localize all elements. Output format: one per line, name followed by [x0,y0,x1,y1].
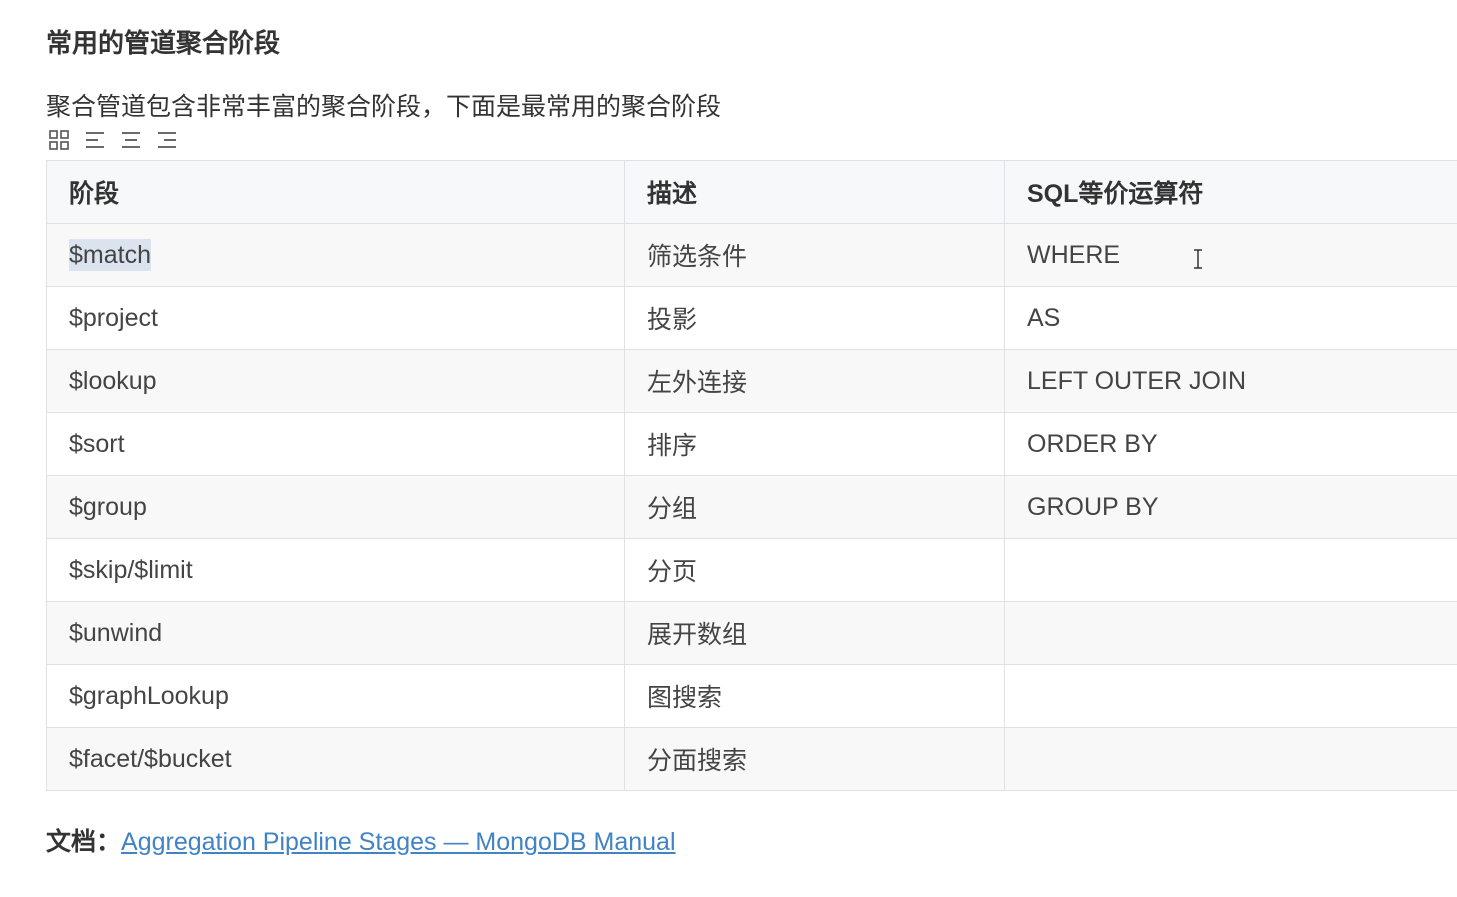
sql-cell[interactable] [1004,538,1457,602]
stage-cell[interactable]: $sort [46,412,625,476]
sql-cell[interactable]: LEFT OUTER JOIN [1004,349,1457,413]
description-cell[interactable]: 分组 [624,475,1005,539]
selected-text[interactable]: $match [69,238,151,271]
description-cell[interactable]: 排序 [624,412,1005,476]
grid-icon[interactable] [48,129,70,151]
stage-cell[interactable]: $project [46,286,625,350]
table-toolbar [48,128,178,152]
table-row: $unwind 展开数组 [46,601,1457,665]
sql-cell[interactable]: ORDER BY [1004,412,1457,476]
stage-cell[interactable]: $graphLookup [46,664,625,728]
header-stage[interactable]: 阶段 [46,160,625,224]
align-left-icon[interactable] [84,129,106,151]
description-cell[interactable]: 筛选条件 [624,223,1005,287]
intro-paragraph: 聚合管道包含非常丰富的聚合阶段，下面是最常用的聚合阶段 [46,93,722,121]
table-row: $facet/$bucket 分面搜索 [46,727,1457,791]
description-cell[interactable]: 分页 [624,538,1005,602]
stage-cell[interactable]: $lookup [46,349,625,413]
align-center-icon[interactable] [120,129,142,151]
description-cell[interactable]: 左外连接 [624,349,1005,413]
sql-cell[interactable]: GROUP BY [1004,475,1457,539]
stage-cell[interactable]: $facet/$bucket [46,727,625,791]
align-right-icon[interactable] [156,129,178,151]
description-cell[interactable]: 图搜索 [624,664,1005,728]
sql-cell[interactable] [1004,727,1457,791]
table-row: $skip/$limit 分页 [46,538,1457,602]
stage-cell[interactable]: $match [46,223,625,287]
table-row: $lookup 左外连接 LEFT OUTER JOIN [46,349,1457,413]
description-cell[interactable]: 投影 [624,286,1005,350]
table-row: $group 分组 GROUP BY [46,475,1457,539]
table-row: $sort 排序 ORDER BY [46,412,1457,476]
description-cell[interactable]: 分面搜索 [624,727,1005,791]
stage-cell[interactable]: $group [46,475,625,539]
table-row: $graphLookup 图搜索 [46,664,1457,728]
section-heading: 常用的管道聚合阶段 [46,28,281,58]
table-row: $match 筛选条件 WHERE [46,223,1457,287]
description-cell[interactable]: 展开数组 [624,601,1005,665]
aggregation-stages-table: 阶段 描述 SQL等价运算符 $match 筛选条件 WHERE $projec… [46,160,1457,791]
sql-cell[interactable] [1004,601,1457,665]
stage-cell[interactable]: $unwind [46,601,625,665]
table-row: $project 投影 AS [46,286,1457,350]
sql-cell[interactable]: AS [1004,286,1457,350]
text-cursor-icon [1190,247,1206,271]
doc-reference: 文档：Aggregation Pipeline Stages — MongoDB… [46,825,676,859]
sql-cell[interactable] [1004,664,1457,728]
stage-cell[interactable]: $skip/$limit [46,538,625,602]
header-description[interactable]: 描述 [624,160,1005,224]
doc-link[interactable]: Aggregation Pipeline Stages — MongoDB Ma… [121,828,676,856]
header-sql-equivalent[interactable]: SQL等价运算符 [1004,160,1457,224]
table-header-row: 阶段 描述 SQL等价运算符 [46,160,1457,224]
sql-cell[interactable]: WHERE [1004,223,1457,287]
doc-label: 文档： [46,828,122,856]
